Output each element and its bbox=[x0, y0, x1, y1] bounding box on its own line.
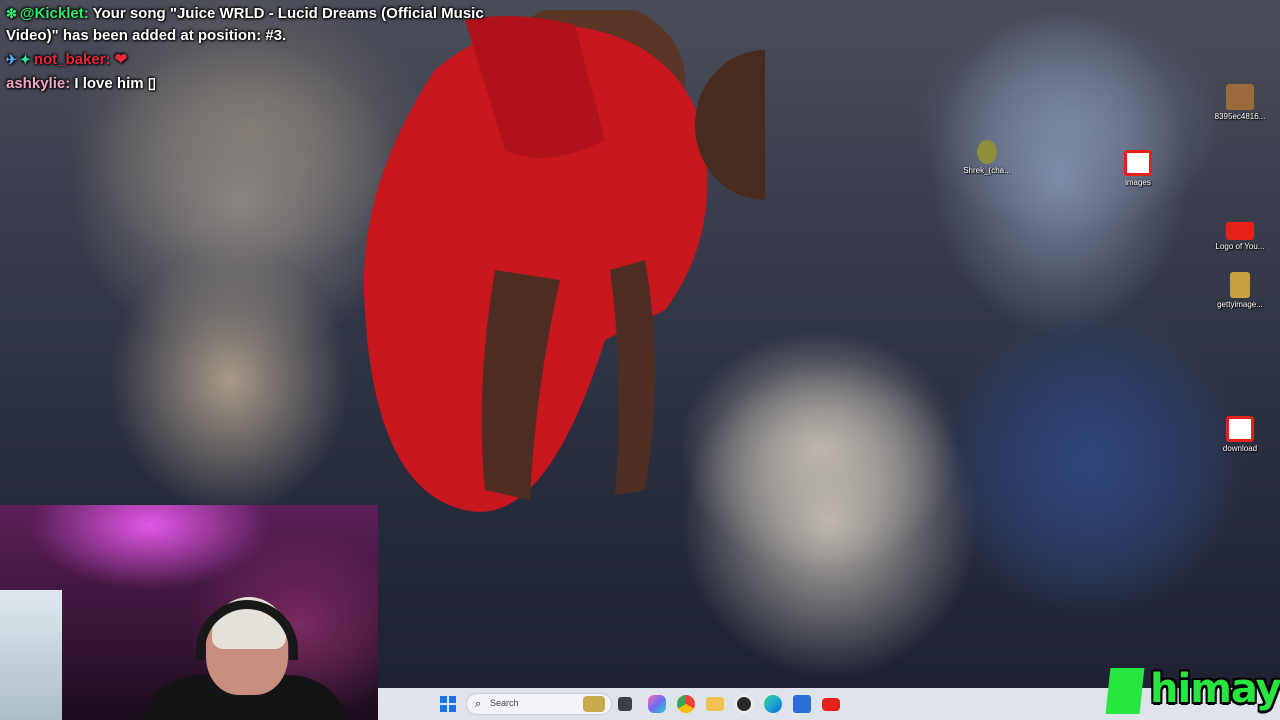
sparkle-badge-icon: ✦ bbox=[19, 52, 31, 68]
task-view-icon[interactable] bbox=[618, 697, 632, 711]
desktop-icon-label: Logo of You... bbox=[1215, 242, 1265, 251]
sword-badge-icon: ✈ bbox=[6, 52, 17, 68]
obs-studio-icon[interactable] bbox=[735, 695, 753, 713]
headphones-icon bbox=[196, 600, 298, 660]
shrek-character-icon bbox=[977, 140, 997, 164]
microsoft-store-icon[interactable] bbox=[793, 695, 811, 713]
youtube-download-icon bbox=[1226, 416, 1254, 442]
chat-username: ashkylie: bbox=[6, 75, 71, 93]
webcam-feed bbox=[0, 505, 378, 720]
desktop-icon-label: Shrek_(cha... bbox=[963, 166, 1011, 175]
desktop-icon-label: download bbox=[1222, 444, 1258, 453]
windows-logo-icon bbox=[449, 696, 456, 703]
heart-emote-icon: ❤ bbox=[110, 51, 128, 69]
search-icon: ⌕ bbox=[475, 698, 482, 710]
streamer-logo: himay bbox=[1105, 666, 1280, 720]
image-thumbnail-icon bbox=[1230, 272, 1250, 298]
chat-username: not_baker: bbox=[33, 51, 111, 69]
search-placeholder: Search bbox=[490, 698, 519, 708]
image-thumbnail-icon bbox=[1226, 84, 1254, 110]
youtube-logo-icon bbox=[1226, 222, 1254, 240]
windows-logo-icon bbox=[440, 705, 447, 712]
start-button[interactable] bbox=[440, 696, 456, 712]
desktop-icon-download[interactable]: download bbox=[1210, 416, 1270, 454]
chat-overlay: ❇ @Kicklet: Your song "Juice WRLD - Lucid… bbox=[6, 3, 506, 95]
chat-username: @Kicklet: bbox=[19, 5, 89, 22]
chat-text: I love him ▯ bbox=[70, 75, 156, 93]
chat-message: ✈ ✦ not_baker: ❤ bbox=[6, 49, 506, 71]
desktop-icon-8395ec4816[interactable]: 8395ec4816... bbox=[1210, 84, 1270, 122]
chrome-icon[interactable] bbox=[677, 695, 695, 713]
desktop-icon-label: 8395ec4816... bbox=[1214, 112, 1266, 121]
chat-message: ashkylie: I love him ▯ bbox=[6, 73, 506, 95]
chat-message: ❇ @Kicklet: Your song "Juice WRLD - Lucid… bbox=[6, 3, 506, 47]
desktop-icon-gettyimages[interactable]: gettyimage... bbox=[1210, 272, 1270, 310]
kicklet-bot-icon: ❇ bbox=[6, 6, 17, 22]
windows-logo-icon bbox=[440, 696, 447, 703]
logo-mark-icon bbox=[1105, 668, 1145, 714]
desktop-icon-label: images bbox=[1125, 178, 1151, 187]
search-highlight-icon bbox=[583, 696, 605, 712]
desktop-icon-logo-of-youtube[interactable]: Logo of You... bbox=[1210, 218, 1270, 252]
desktop-icon-images[interactable]: images bbox=[1108, 150, 1168, 188]
file-explorer-icon[interactable] bbox=[706, 697, 724, 711]
desktop-icon-shrek[interactable]: Shrek_(cha... bbox=[957, 140, 1017, 176]
copilot-icon[interactable] bbox=[648, 695, 666, 713]
edge-icon[interactable] bbox=[764, 695, 782, 713]
taskbar-search[interactable]: ⌕ Search bbox=[466, 693, 612, 715]
youtube-image-icon bbox=[1124, 150, 1152, 176]
desktop-icon-label: gettyimage... bbox=[1217, 300, 1263, 309]
youtube-icon[interactable] bbox=[822, 698, 840, 711]
webcam-window-light bbox=[0, 590, 62, 720]
windows-logo-icon bbox=[449, 705, 456, 712]
logo-text: himay bbox=[1150, 666, 1280, 712]
crowd-fan-nba-finals bbox=[940, 300, 1240, 620]
